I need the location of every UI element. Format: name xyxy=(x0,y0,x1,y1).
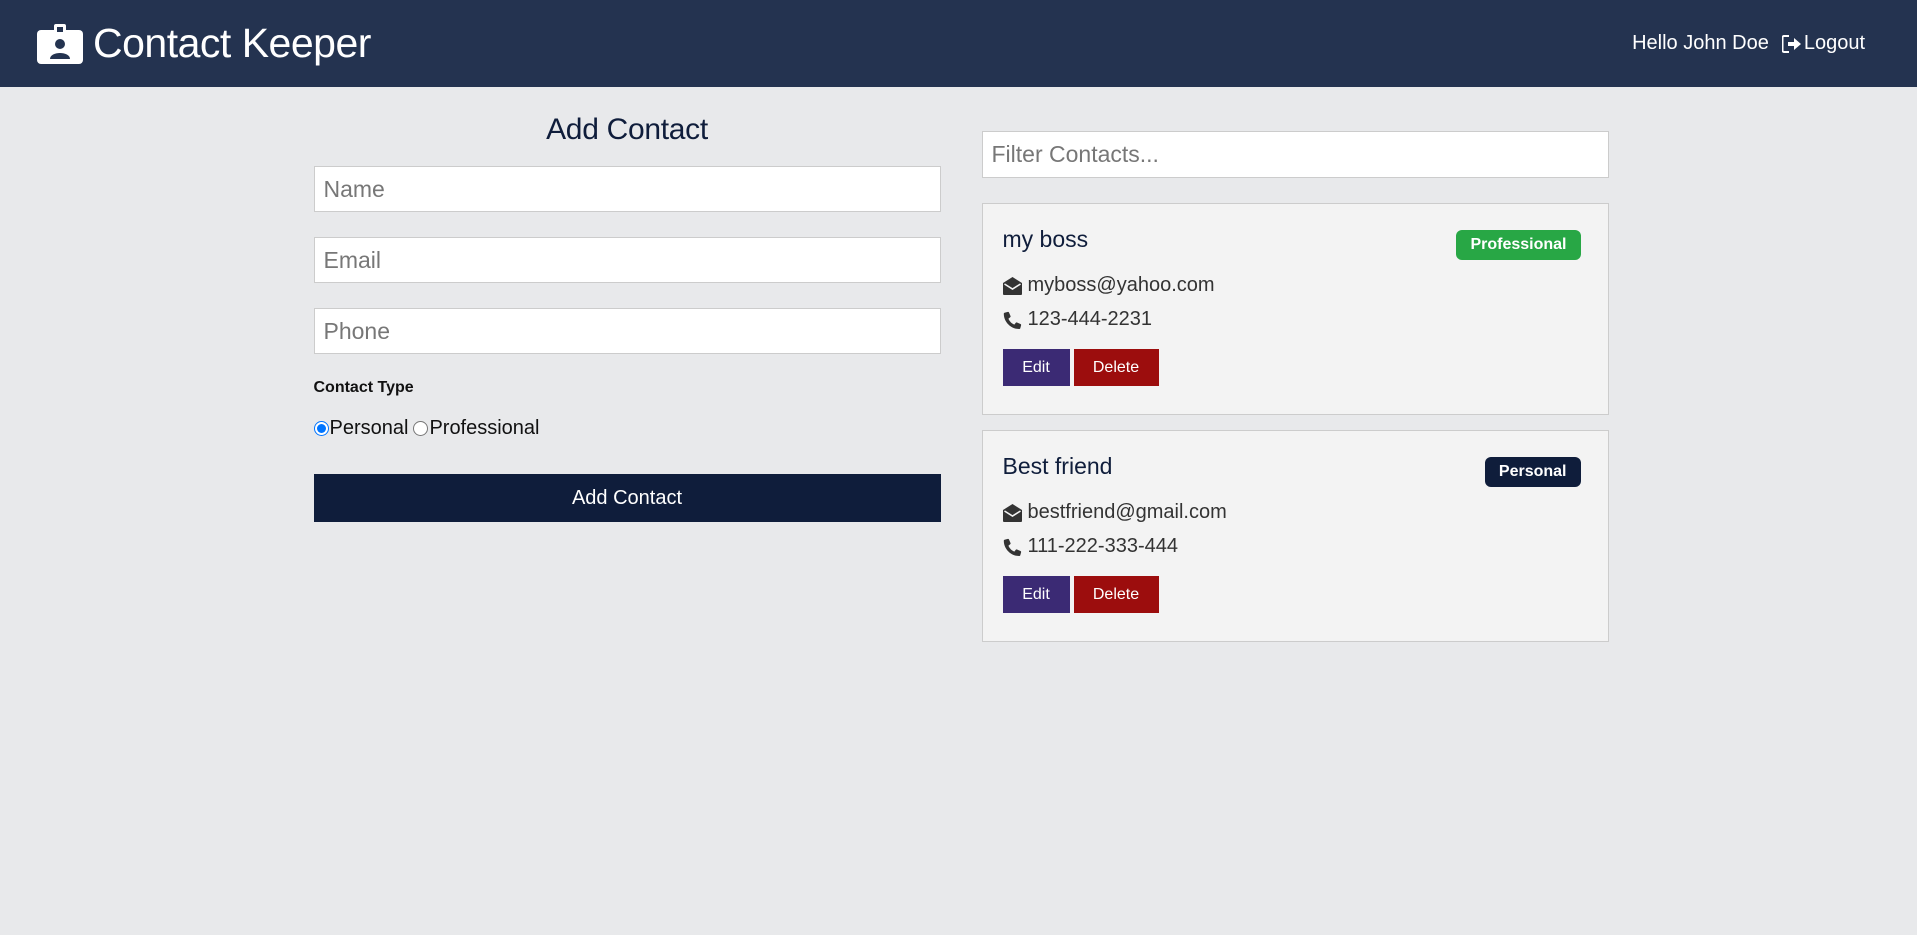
radio-personal-label: Personal xyxy=(329,417,409,439)
radio-professional[interactable] xyxy=(413,421,429,436)
contact-phone: 111-222-333-444 xyxy=(1027,535,1179,557)
add-contact-form: Add Contact Contact Type Personal Profes… xyxy=(313,87,941,657)
name-input[interactable] xyxy=(313,166,941,212)
envelope-open-icon xyxy=(1002,276,1022,295)
logout-label: Logout xyxy=(1803,32,1865,54)
radio-professional-label: Professional xyxy=(429,417,540,439)
app-title: Contact Keeper xyxy=(93,20,371,66)
contact-phone-row: 111-222-333-444 xyxy=(1003,535,1581,558)
form-title: Add Contact xyxy=(546,113,708,146)
contacts-list: my boss Professional myboss@yahoo.com 12… xyxy=(981,87,1609,657)
phone-icon xyxy=(1003,538,1022,556)
envelope-open-icon xyxy=(1002,503,1022,522)
edit-contact-button[interactable]: Edit xyxy=(1002,349,1070,386)
navbar: Contact Keeper Hello John Doe Logout xyxy=(0,0,1917,87)
main-container: Add Contact Contact Type Personal Profes… xyxy=(309,87,1609,657)
contact-card-header: my boss Professional xyxy=(1003,226,1581,260)
edit-contact-button[interactable]: Edit xyxy=(1002,576,1070,613)
radio-personal[interactable] xyxy=(313,421,329,436)
email-input[interactable] xyxy=(313,237,941,283)
contact-email: bestfriend@gmail.com xyxy=(1027,501,1227,523)
filter-contacts-input[interactable] xyxy=(981,131,1609,178)
contact-type-badge: Professional xyxy=(1456,230,1581,260)
brand: Contact Keeper xyxy=(37,20,371,67)
contact-card-actions: Edit Delete xyxy=(1002,576,1581,613)
id-badge-icon xyxy=(37,23,83,64)
logout-link[interactable]: Logout xyxy=(1781,32,1865,55)
user-greeting: Hello John Doe xyxy=(1632,32,1769,54)
contact-type-badge: Personal xyxy=(1484,457,1581,487)
contact-name: Best friend xyxy=(1002,453,1113,479)
contact-email: myboss@yahoo.com xyxy=(1027,274,1215,296)
contact-type-options: Personal Professional xyxy=(313,417,941,440)
delete-contact-button[interactable]: Delete xyxy=(1073,349,1159,386)
contact-email-row: myboss@yahoo.com xyxy=(1002,274,1581,297)
contact-phone-row: 123-444-2231 xyxy=(1003,308,1581,331)
sign-out-icon xyxy=(1781,34,1802,53)
contact-card: my boss Professional myboss@yahoo.com 12… xyxy=(981,203,1609,415)
add-contact-button[interactable]: Add Contact xyxy=(313,474,941,522)
contact-phone: 123-444-2231 xyxy=(1027,308,1153,330)
phone-input[interactable] xyxy=(313,308,941,354)
contact-card: Best friend Personal bestfriend@gmail.co… xyxy=(981,430,1609,642)
contact-card-header: Best friend Personal xyxy=(1003,453,1581,487)
contact-name: my boss xyxy=(1002,226,1089,252)
contact-email-row: bestfriend@gmail.com xyxy=(1002,501,1581,524)
delete-contact-button[interactable]: Delete xyxy=(1073,576,1159,613)
contact-card-actions: Edit Delete xyxy=(1002,349,1581,386)
nav-user-area: Hello John Doe Logout xyxy=(1632,32,1865,55)
phone-icon xyxy=(1003,311,1022,329)
contact-type-label: Contact Type xyxy=(313,379,414,396)
